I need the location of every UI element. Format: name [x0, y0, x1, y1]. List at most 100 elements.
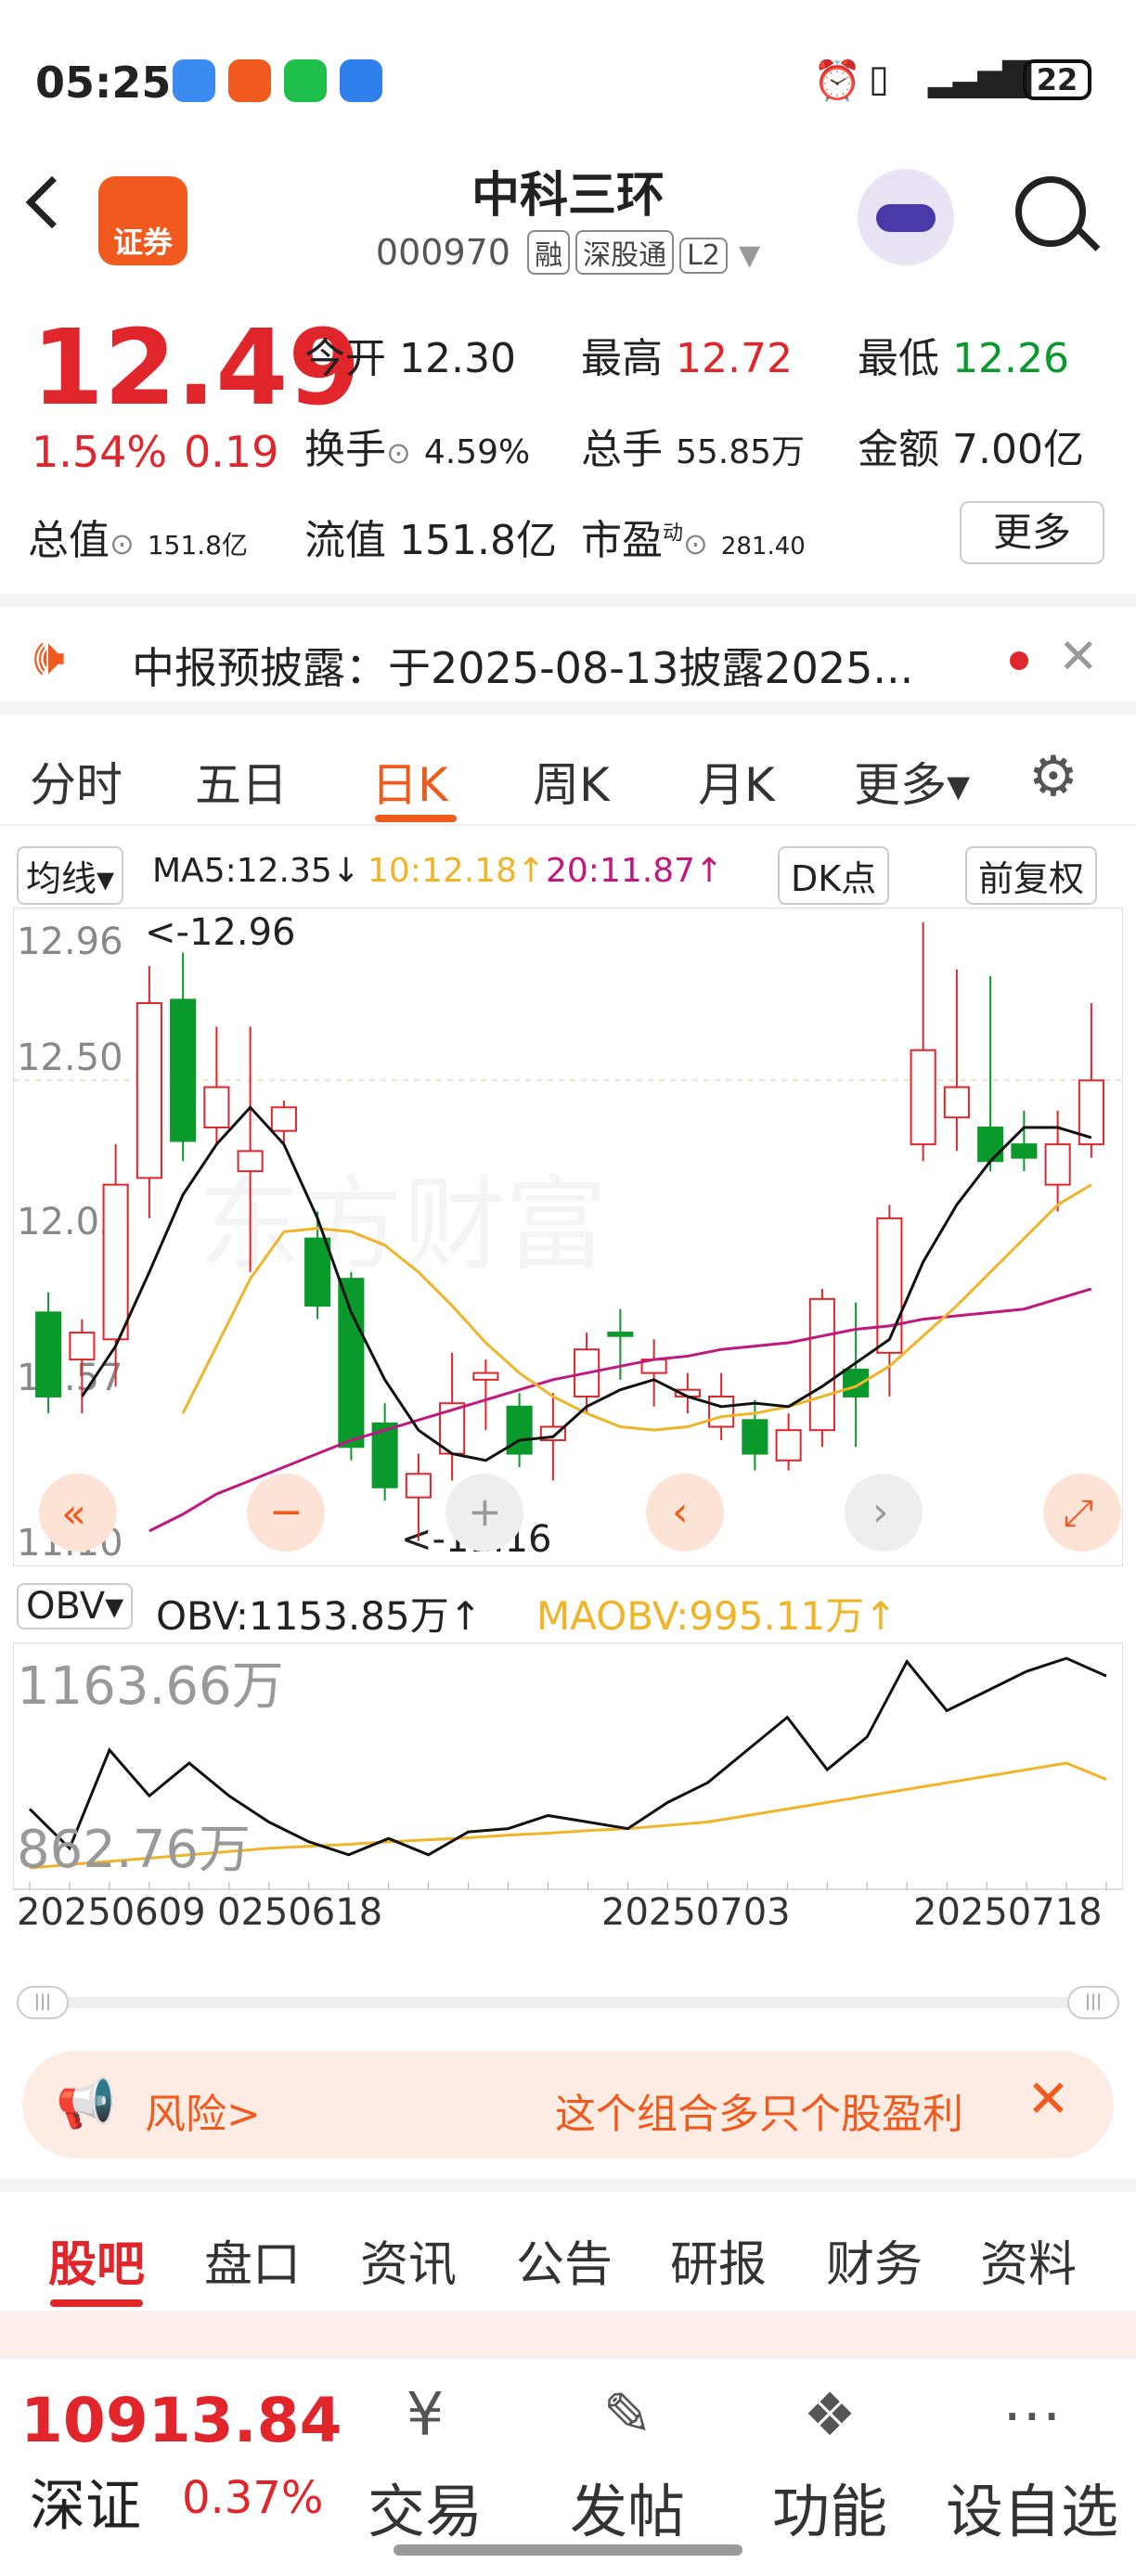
add-watchlist-button[interactable]: ⋯ 设自选: [939, 2381, 1125, 2548]
obv-value: OBV:1153.85万↑: [156, 1593, 482, 1639]
more-button[interactable]: 更多: [960, 501, 1104, 564]
yen-icon: ¥: [406, 2381, 445, 2450]
bottom-toolbar: 10913.84 深证 0.37% ¥ 交易 ✎ 发帖 ❖ 功能 ⋯ 设自选: [0, 2357, 1136, 2576]
ma10-value: 10:12.18↑: [368, 852, 546, 890]
pe-value: 281.40: [720, 533, 806, 560]
tab-profile[interactable]: 资料: [980, 2225, 1077, 2295]
obv-chart[interactable]: 1163.66万 862.76万: [13, 1642, 1123, 1912]
notice-text: 中报预披露：于2025-08-13披露2025...: [132, 643, 914, 693]
feed-peek: [0, 2311, 1136, 2357]
change-pct: 1.54%: [32, 427, 168, 477]
tab-intraday[interactable]: 分时: [30, 748, 123, 815]
info-icon[interactable]: ⊙: [683, 526, 708, 561]
status-bar: 05:25 ⏰ ▯ ▂▃▅▇ 22: [0, 0, 1136, 148]
candle-body: [607, 1332, 634, 1337]
open-label: 今开: [304, 335, 386, 382]
change-value: 0.19: [184, 427, 279, 477]
edit-icon: ✎: [602, 2381, 652, 2450]
stock-name: 中科三环: [471, 168, 665, 224]
scroll-track: [17, 1997, 1119, 2008]
tab-daily-k[interactable]: 日K: [371, 748, 448, 815]
high-label: 最高: [581, 335, 663, 382]
ma-selector[interactable]: 均线▾: [17, 846, 124, 905]
candle-body: [708, 1395, 735, 1428]
candle-body: [270, 1106, 297, 1132]
pe-label: 市盈: [581, 517, 663, 564]
y-tick: 12.50: [17, 1037, 123, 1079]
unread-dot: [1010, 651, 1028, 670]
chart-tabs: 分时 五日 日K 周K 月K 更多▾ ⚙: [0, 724, 1136, 826]
post-button[interactable]: ✎ 发帖: [535, 2381, 720, 2548]
stock-code-row[interactable]: 000970 融深股通 L2 ▼: [0, 230, 1136, 275]
candle-body: [35, 1311, 62, 1397]
index-name: 深证: [30, 2474, 141, 2539]
float-label: 流值: [304, 517, 386, 564]
high-value: 12.72: [676, 335, 793, 382]
candle-body: [742, 1419, 768, 1455]
float-value: 151.8亿: [399, 517, 557, 564]
stock-header: 证券 中科三环 000970 融深股通 L2 ▼: [0, 148, 1136, 295]
candle-body: [472, 1372, 499, 1381]
wechat-icon: [284, 59, 327, 102]
info-icon[interactable]: ⊙: [386, 435, 411, 470]
candle-body: [910, 1049, 936, 1146]
prev-icon: ‹: [672, 1488, 689, 1536]
tab-weekly-k[interactable]: 周K: [533, 748, 610, 815]
tag-l2: L2: [679, 238, 728, 274]
search-icon[interactable]: [1015, 176, 1101, 251]
notice-bar[interactable]: 🕪 中报预披露：于2025-08-13披露2025... ✕: [0, 594, 1136, 715]
tab-announcements[interactable]: 公告: [516, 2225, 613, 2295]
trade-label: 交易: [367, 2478, 483, 2545]
candlestick-chart[interactable]: 东方财富 12.96 12.50 12.03 11.57 11.10 <-12.…: [13, 908, 1123, 1566]
trade-button[interactable]: ¥ 交易: [332, 2381, 518, 2548]
date-axis: 20250609 0250618 20250703 20250718: [0, 1891, 1136, 1947]
home-indicator: [394, 2544, 742, 2556]
mcap-label: 总值: [28, 517, 110, 564]
y-tick: 11.57: [17, 1357, 123, 1399]
info-icon[interactable]: ⊙: [110, 526, 135, 561]
next-icon: ›: [872, 1488, 889, 1536]
amount-value: 7.00亿: [952, 426, 1084, 473]
ma5-value: MA5:12.35↓: [152, 852, 360, 890]
candle-body: [237, 1150, 264, 1173]
candle-body: [203, 1086, 230, 1129]
index-pct: 0.37%: [182, 2472, 324, 2524]
tab-five-day[interactable]: 五日: [195, 748, 288, 815]
date-tick: 0250618: [217, 1891, 383, 1934]
signal-icon: ▂▃▅▇: [928, 56, 1031, 98]
candle-body: [304, 1237, 331, 1307]
range-scrollbar[interactable]: ||| |||: [17, 1986, 1119, 2019]
functions-button[interactable]: ❖ 功能: [737, 2381, 923, 2548]
candle-body: [136, 1001, 162, 1179]
banner-close-icon[interactable]: ✕: [1026, 2069, 1070, 2130]
tab-research[interactable]: 研报: [670, 2225, 767, 2295]
settings-gear-icon[interactable]: ⚙: [1028, 744, 1078, 809]
banner-left-text: 风险>: [145, 2091, 261, 2138]
alarm-icon: ⏰: [813, 58, 862, 103]
close-icon[interactable]: ✕: [1058, 629, 1099, 685]
robot-avatar-icon[interactable]: [858, 169, 954, 265]
adjust-button[interactable]: 前复权: [965, 846, 1098, 905]
candle-body: [338, 1278, 365, 1449]
range-right-handle[interactable]: |||: [1067, 1986, 1119, 2019]
index-value: 10913.84: [20, 2385, 342, 2456]
obv-bottom-label: 862.76万: [17, 1820, 251, 1880]
tab-monthly-k[interactable]: 月K: [698, 748, 775, 815]
tab-underline: [375, 815, 457, 822]
post-label: 发帖: [569, 2478, 685, 2545]
quote-panel: 12.49 1.54% 0.19 今开 12.30 最高 12.72 最低 12…: [0, 306, 1136, 585]
range-left-handle[interactable]: |||: [17, 1986, 69, 2019]
candle-body: [170, 998, 197, 1142]
dk-button[interactable]: DK点: [778, 846, 890, 905]
promo-banner[interactable]: 📢 风险> 这个组合多只个股盈利 ✕: [22, 2051, 1114, 2158]
obv-selector[interactable]: OBV▾: [17, 1583, 134, 1629]
open-value: 12.30: [399, 335, 516, 382]
tab-news[interactable]: 资讯: [360, 2225, 457, 2295]
battery-icon: 22: [1023, 59, 1091, 100]
tab-more[interactable]: 更多▾: [854, 748, 970, 815]
upload-icon: [340, 59, 382, 102]
tag-margin: 融: [527, 230, 571, 275]
tab-finance[interactable]: 财务: [826, 2225, 923, 2295]
tab-orderbook[interactable]: 盘口: [204, 2225, 301, 2295]
tab-forum[interactable]: 股吧: [48, 2225, 145, 2295]
